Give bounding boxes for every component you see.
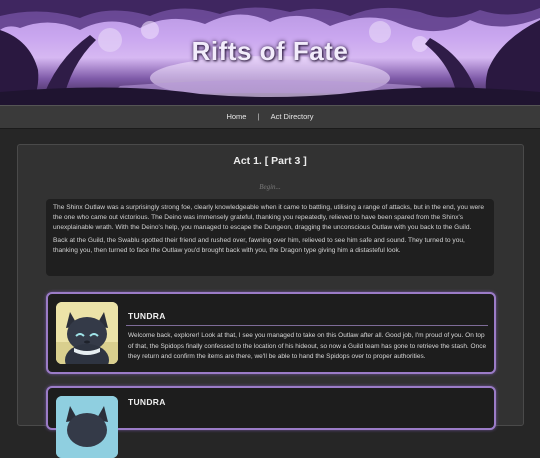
story-box: The Shinx Outlaw was a surprisingly stro… xyxy=(46,199,494,276)
story-paragraph: The Shinx Outlaw was a surprisingly stro… xyxy=(53,204,485,231)
divider xyxy=(126,325,488,326)
act-heading: Act 1. [ Part 3 ] xyxy=(233,155,307,167)
begin-marker: Begin... xyxy=(259,183,281,191)
character-portrait xyxy=(56,396,118,458)
speaker-name: TUNDRA xyxy=(128,397,166,407)
cat-portrait-icon xyxy=(56,396,118,458)
nav-separator: | xyxy=(257,112,260,121)
dialogue-text: Welcome back, explorer! Look at that, I … xyxy=(128,332,487,360)
speaker-name: TUNDRA xyxy=(128,311,166,321)
header-banner: Rifts of Fate xyxy=(0,0,540,105)
cat-portrait-icon xyxy=(56,302,118,364)
story-paragraph: Back at the Guild, the Swablu spotted th… xyxy=(53,237,465,254)
nav-home-link[interactable]: Home xyxy=(226,106,246,128)
character-portrait xyxy=(56,302,118,364)
top-nav: Home | Act Directory xyxy=(0,105,540,129)
dialogue-card: TUNDRA xyxy=(46,386,496,458)
nav-act-directory-link[interactable]: Act Directory xyxy=(271,106,314,128)
dialogue-card: TUNDRA Welcome back, explorer! Look at t… xyxy=(46,292,496,374)
site-title: Rifts of Fate xyxy=(191,36,349,66)
